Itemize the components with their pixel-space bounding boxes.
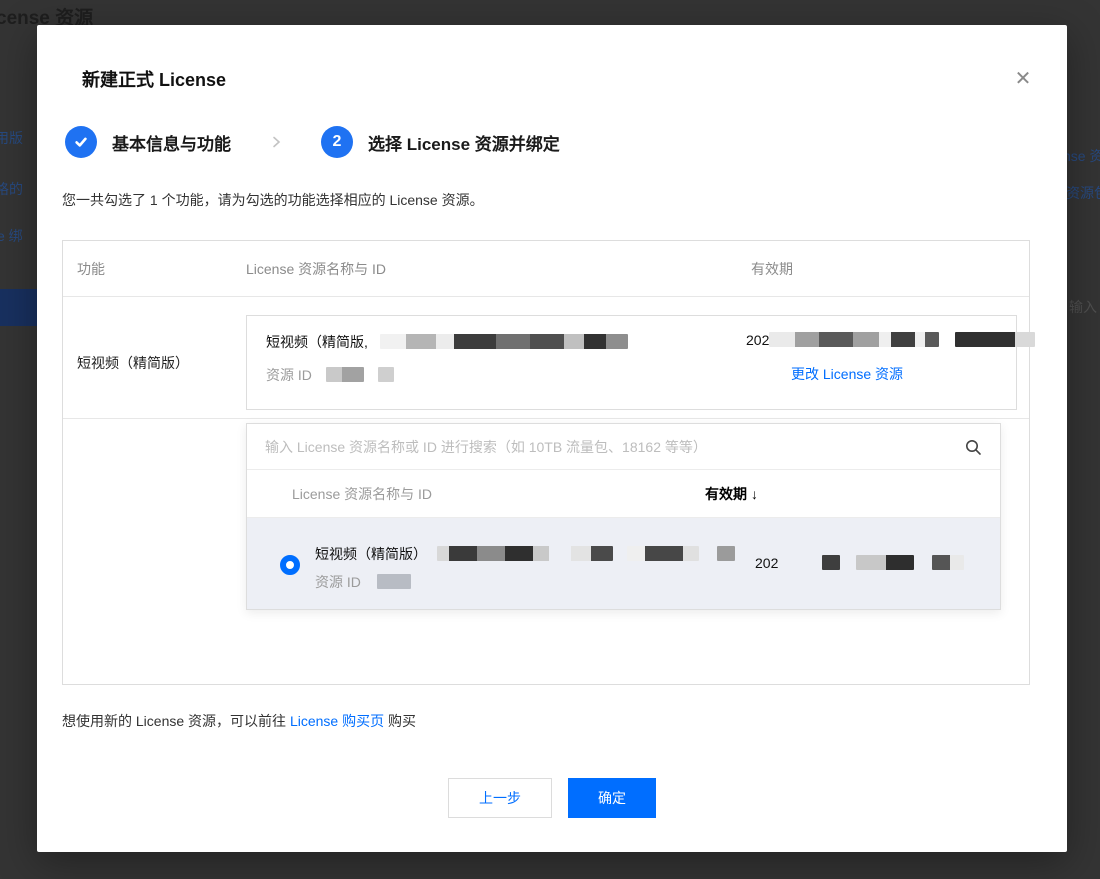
- footer-note: 想使用新的 License 资源，可以前往 License 购买页 购买: [62, 711, 416, 731]
- background-link-fragment: 格的: [0, 179, 23, 199]
- redacted-block: [856, 555, 914, 570]
- redacted-block: [377, 574, 411, 589]
- dialog-title: 新建正式 License: [82, 66, 226, 92]
- note-text: 想使用新的 License 资源，可以前往: [62, 713, 286, 729]
- selected-resource-name: 短视频（精简版,: [266, 334, 368, 350]
- background-link-fragment: nse 资: [1063, 146, 1100, 166]
- step-basic-info[interactable]: 基本信息与功能: [65, 126, 231, 158]
- search-icon[interactable]: [964, 438, 982, 456]
- dialog-actions: 上一步 确定: [37, 778, 1067, 818]
- step-select-resource: 2 选择 License 资源并绑定: [321, 126, 560, 158]
- redacted-block: [380, 334, 628, 349]
- row-divider: [63, 418, 1029, 419]
- table-header: 功能 License 资源名称与 ID 有效期: [63, 241, 1029, 297]
- step-label: 选择 License 资源并绑定: [368, 130, 560, 155]
- background-input-fragment: 输入: [1069, 297, 1097, 317]
- redacted-block: [437, 546, 613, 561]
- background-link-fragment: 资源包: [1066, 183, 1100, 203]
- sort-desc-icon: ↓: [751, 486, 758, 502]
- note-text: 购买: [388, 713, 416, 729]
- redacted-block: [932, 555, 964, 570]
- background-link-fragment: 用版: [0, 128, 23, 148]
- background-primary-button-fragment: [0, 289, 37, 326]
- redacted-block: [627, 546, 699, 561]
- column-function: 功能: [63, 259, 246, 279]
- redacted-block: [822, 555, 840, 570]
- previous-step-button[interactable]: 上一步: [448, 778, 552, 818]
- step-label: 基本信息与功能: [112, 130, 231, 155]
- selected-resource-card: 短视频（精简版, 资源 ID 202 更改 License 资源: [246, 315, 1017, 410]
- resource-picker-panel: License 资源名称与 ID 有效期↓ 短视频（精简版） 资源 ID: [246, 423, 1001, 610]
- change-license-link[interactable]: 更改 License 资源: [791, 364, 903, 384]
- redacted-block: [769, 332, 939, 347]
- function-name: 短视频（精简版）: [77, 353, 189, 373]
- search-bar: [247, 424, 1000, 470]
- search-input[interactable]: [265, 439, 964, 455]
- create-license-dialog: 新建正式 License ✕ 基本信息与功能 2 选择 License 资源并绑…: [37, 25, 1067, 852]
- column-validity: 有效期: [751, 259, 793, 279]
- step-indicator: 基本信息与功能 2 选择 License 资源并绑定: [65, 126, 560, 158]
- resource-option-row[interactable]: 短视频（精简版） 资源 ID 202: [247, 518, 1000, 609]
- close-button[interactable]: ✕: [1009, 65, 1037, 93]
- table-body: 短视频（精简版） 短视频（精简版, 资源 ID 202 更改 License 资…: [63, 297, 1029, 684]
- check-icon: [65, 126, 97, 158]
- redacted-block: [717, 546, 735, 561]
- picker-column-validity-sort[interactable]: 有效期↓: [705, 484, 758, 504]
- picker-list-header: License 资源名称与 ID 有效期↓: [247, 470, 1000, 518]
- redacted-block: [326, 367, 364, 382]
- validity-date: 202: [746, 332, 769, 348]
- binding-table: 功能 License 资源名称与 ID 有效期 短视频（精简版） 短视频（精简版…: [62, 240, 1030, 685]
- dialog-description: 您一共勾选了 1 个功能，请为勾选的功能选择相应的 License 资源。: [62, 190, 484, 210]
- step-number-badge: 2: [321, 126, 353, 158]
- picker-column-name: License 资源名称与 ID: [247, 484, 705, 504]
- license-buy-page-link[interactable]: License 购买页: [290, 713, 384, 729]
- picker-column-validity-label: 有效期: [705, 486, 747, 502]
- resource-id-label: 资源 ID: [266, 367, 312, 383]
- background-link-fragment: se 绑: [0, 226, 23, 246]
- redacted-block: [378, 367, 394, 382]
- option-resource-name: 短视频（精简版）: [315, 546, 427, 562]
- radio-selected[interactable]: [280, 555, 300, 575]
- confirm-button[interactable]: 确定: [568, 778, 656, 818]
- option-validity-date: 202: [755, 555, 778, 571]
- chevron-right-icon: [269, 135, 283, 149]
- column-resource-name: License 资源名称与 ID: [246, 259, 751, 279]
- resource-id-label: 资源 ID: [315, 574, 361, 590]
- redacted-block: [955, 332, 1035, 347]
